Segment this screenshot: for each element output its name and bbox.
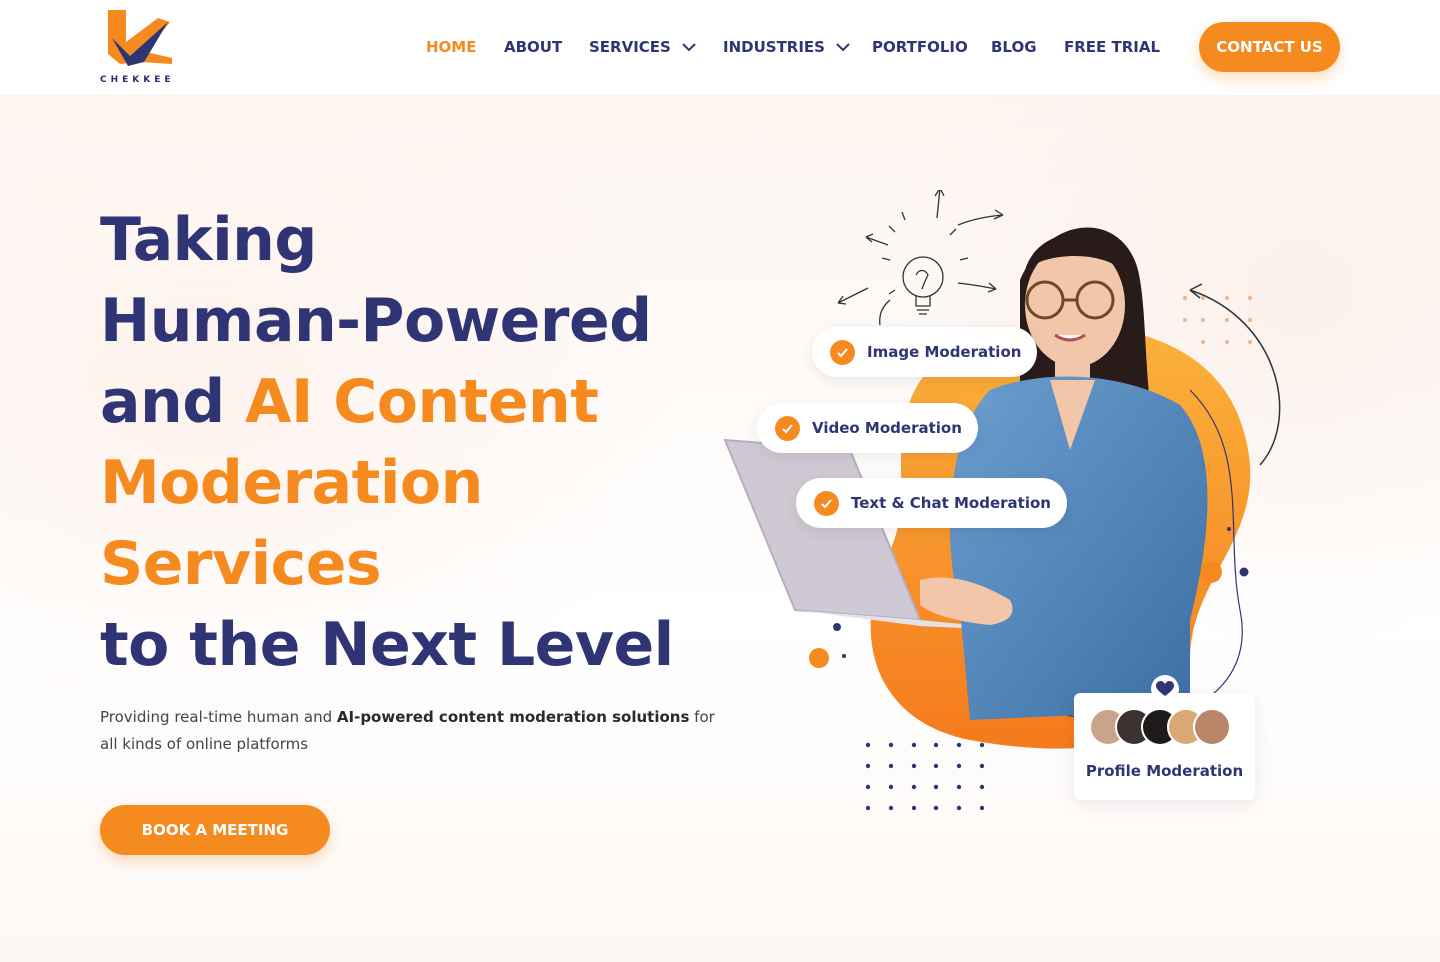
nav-free-trial[interactable]: FREE TRIAL (1064, 38, 1160, 56)
nav-home-label: HOME (426, 38, 477, 56)
video-moderation-pill: Video Moderation (757, 403, 978, 453)
check-icon (814, 490, 839, 516)
nav-blog[interactable]: BLOG (991, 38, 1037, 56)
profile-moderation-card: Profile Moderation (1074, 693, 1255, 800)
profile-moderation-label: Profile Moderation (1085, 762, 1244, 780)
heart-icon (1151, 675, 1179, 703)
nav-about[interactable]: ABOUT (504, 38, 562, 56)
nav-services-label: SERVICES (589, 38, 671, 56)
contact-us-button[interactable]: CONTACT US (1199, 22, 1340, 72)
nav-portfolio-label: PORTFOLIO (872, 38, 968, 56)
nav-industries-label: INDUSTRIES (723, 38, 825, 56)
nav-free-trial-label: FREE TRIAL (1064, 38, 1161, 56)
text-chat-moderation-pill: Text & Chat Moderation (796, 478, 1067, 528)
headline-line-2: Human-Powered (100, 286, 652, 356)
check-icon (830, 339, 855, 365)
subtext-bold: AI-powered content moderation solutions (336, 708, 690, 726)
avatar-group (1089, 708, 1239, 748)
image-moderation-label: Image Moderation (867, 343, 1022, 361)
headline-line-1: Taking (100, 205, 317, 275)
chevron-down-icon (682, 43, 696, 52)
nav-services[interactable]: SERVICES (589, 38, 697, 56)
check-icon (775, 415, 800, 441)
avatar (1193, 708, 1231, 746)
hero-headline: Taking Human-Powered and AI Content Mode… (100, 200, 720, 686)
nav-home[interactable]: HOME (426, 38, 476, 56)
book-meeting-button[interactable]: BOOK A MEETING (100, 805, 330, 855)
headline-line-3-plain: and (100, 367, 246, 437)
lightbulb-icon (837, 190, 1004, 326)
nav-blog-label: BLOG (991, 38, 1037, 56)
headline-line-3-accent: AI Content (245, 367, 599, 437)
image-moderation-pill: Image Moderation (812, 327, 1038, 377)
video-moderation-label: Video Moderation (812, 419, 962, 437)
site-header: CHEKKEE HOME ABOUT SERVICES INDUSTRIES P… (0, 0, 1440, 95)
chevron-down-icon (836, 43, 850, 52)
logo-wordmark: CHEKKEE (100, 75, 175, 85)
headline-line-3: and AI Content (100, 362, 720, 443)
nav-about-label: ABOUT (504, 38, 563, 56)
nav-industries[interactable]: INDUSTRIES (723, 38, 851, 56)
headline-line-6: to the Next Level (100, 610, 674, 680)
subtext-part-1: Providing real-time human and (100, 708, 337, 726)
nav-portfolio[interactable]: PORTFOLIO (872, 38, 968, 56)
headline-line-5: Services (100, 529, 382, 599)
hero-subtext: Providing real-time human and AI-powered… (100, 704, 720, 758)
text-chat-moderation-label: Text & Chat Moderation (851, 494, 1051, 512)
headline-line-4: Moderation (100, 448, 483, 518)
